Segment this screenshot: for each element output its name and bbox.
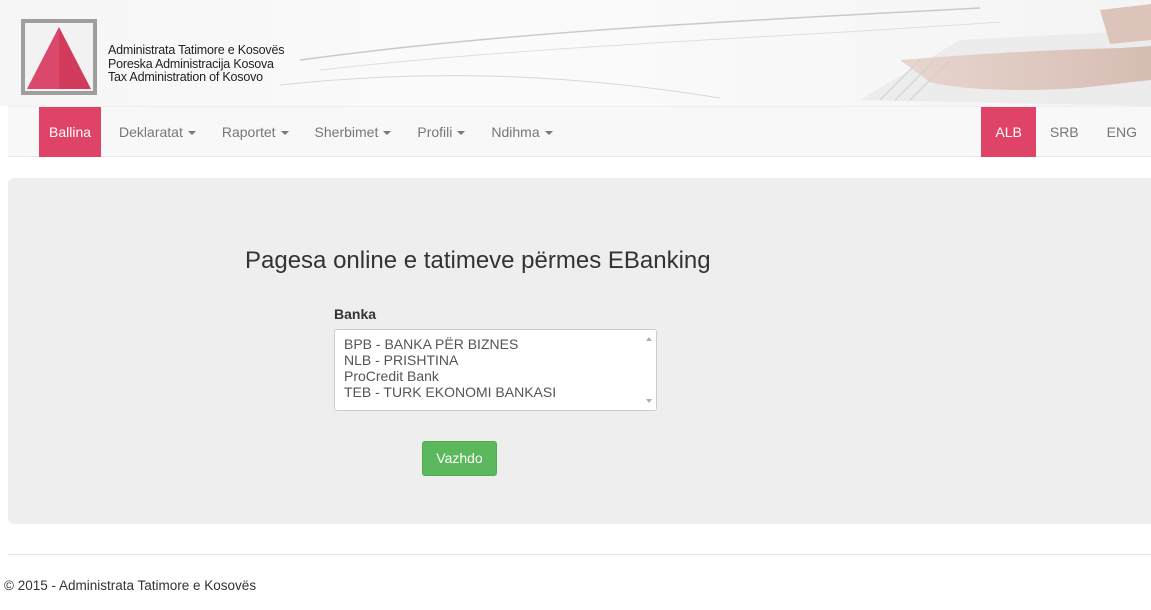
nav-label: Ndihma [491, 124, 540, 140]
continue-button[interactable]: Vazhdo [422, 441, 497, 476]
bank-listbox[interactable]: BPB - BANKA PËR BIZNES NLB - PRISHTINA P… [334, 329, 657, 411]
org-name-english: Tax Administration of Kosovo [108, 70, 263, 84]
bank-label: Banka [334, 306, 377, 322]
nav-label: Ballina [49, 124, 92, 140]
lang-eng[interactable]: ENG [1093, 107, 1151, 157]
header-banner: Administrata Tatimore e Kosovës Poreska … [0, 0, 1151, 106]
bank-option[interactable]: ProCredit Bank [335, 368, 640, 384]
footer-copyright: © 2015 - Administrata Tatimore e Kosovës [4, 578, 257, 593]
bank-option[interactable]: NLB - PRISHTINA [335, 352, 640, 368]
page-title: Pagesa online e tatimeve përmes EBanking [245, 247, 711, 274]
org-names: Administrata Tatimore e Kosovës Poreska … [108, 43, 285, 85]
nav-label: Profili [417, 124, 453, 140]
nav-item-ndihma[interactable]: Ndihma [481, 107, 562, 157]
language-switcher: ALB SRB ENG [981, 107, 1151, 157]
caret-down-icon [280, 131, 289, 136]
nav-item-ballina[interactable]: Ballina [39, 107, 102, 157]
main-panel: Pagesa online e tatimeve përmes EBanking… [8, 178, 1151, 524]
caret-down-icon [457, 131, 466, 136]
nav-item-deklaratat[interactable]: Deklaratat [109, 107, 206, 157]
caret-down-icon [383, 131, 392, 136]
bank-option[interactable]: TEB - TURK EKONOMI BANKASI [335, 384, 640, 400]
nav-item-profili[interactable]: Profili [407, 107, 475, 157]
lang-srb[interactable]: SRB [1036, 107, 1093, 157]
bank-option[interactable]: BPB - BANKA PËR BIZNES [335, 336, 640, 352]
footer-divider [8, 554, 1151, 555]
org-name-albanian: Administrata Tatimore e Kosovës [108, 43, 285, 57]
triangle-logo-icon [21, 19, 97, 95]
nav-item-raportet[interactable]: Raportet [212, 107, 299, 157]
caret-down-icon [544, 131, 553, 136]
caret-down-icon [187, 131, 196, 136]
nav-menu: Ballina Deklaratat Raportet Sherbimet Pr… [39, 107, 569, 157]
nav-label: Sherbimet [314, 124, 379, 140]
org-name-serbian: Poreska Administracija Kosova [108, 56, 274, 71]
main-navbar: Ballina Deklaratat Raportet Sherbimet Pr… [8, 106, 1151, 157]
nav-label: Deklaratat [119, 124, 183, 140]
nav-label: Raportet [221, 124, 276, 140]
bank-options: BPB - BANKA PËR BIZNES NLB - PRISHTINA P… [335, 336, 640, 400]
listbox-scrollbar[interactable] [639, 330, 656, 410]
nav-item-sherbimet[interactable]: Sherbimet [305, 107, 402, 157]
lang-alb[interactable]: ALB [981, 107, 1036, 157]
scroll-down-arrow-icon[interactable] [646, 399, 652, 403]
scroll-up-arrow-icon[interactable] [646, 337, 652, 341]
